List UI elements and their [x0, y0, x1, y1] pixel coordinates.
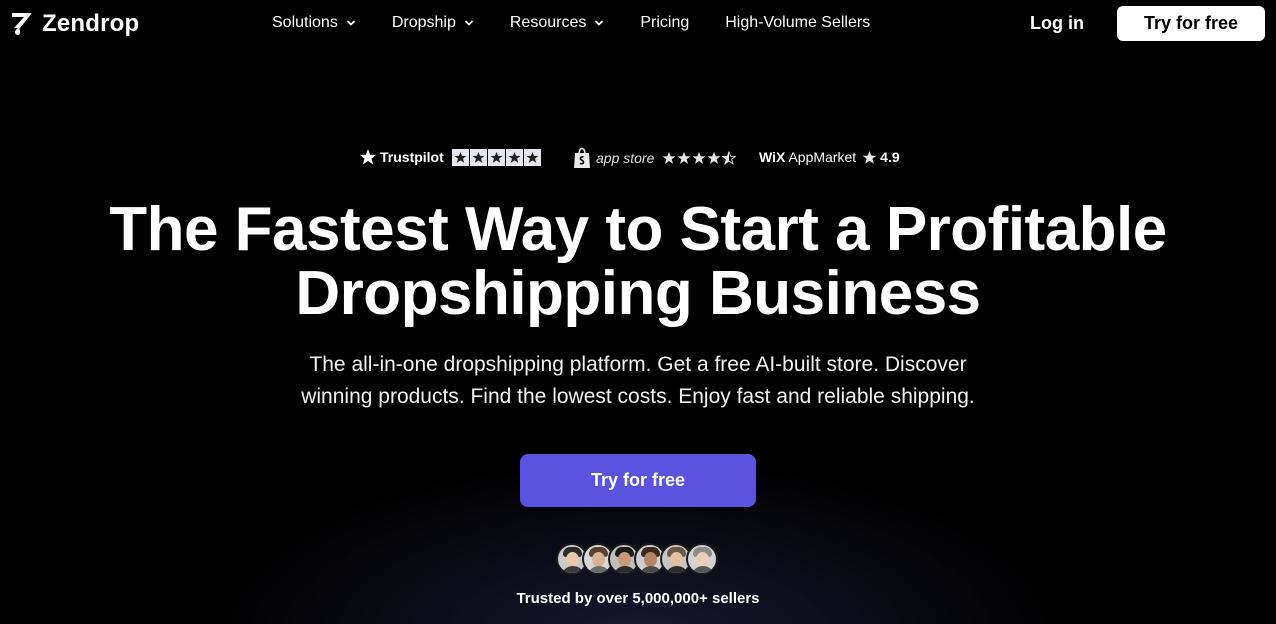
- nav-item-label: Pricing: [640, 14, 690, 31]
- zendrop-logo-icon: [12, 13, 32, 35]
- wix-app-market-label: WiX AppMarket: [759, 149, 856, 165]
- hero-subtitle: The all-in-one dropshipping platform. Ge…: [238, 349, 1038, 413]
- trustpilot-label: Trustpilot: [380, 149, 444, 165]
- nav-item-resources[interactable]: Resources: [510, 14, 604, 32]
- subtitle-line-1: The all-in-one dropshipping platform. Ge…: [309, 353, 967, 376]
- app-store-stars: [662, 151, 737, 165]
- brand-name: Zendrop: [42, 10, 140, 37]
- trustpilot-stars: [451, 148, 542, 166]
- login-link[interactable]: Log in: [1030, 13, 1084, 34]
- nav-item-label: Solutions: [272, 14, 338, 31]
- wix-score: 4.9: [880, 149, 900, 165]
- top-nav: Zendrop Solutions Dropship Resources Pri…: [0, 0, 1276, 48]
- star-icon: [451, 148, 469, 166]
- nav-item-solutions[interactable]: Solutions: [272, 14, 356, 32]
- trustpilot-star-icon: [359, 149, 377, 165]
- chevron-down-icon: [346, 20, 355, 26]
- chevron-down-icon: [464, 20, 473, 26]
- avatar: [686, 543, 718, 575]
- nav-item-high-volume-sellers[interactable]: High-Volume Sellers: [725, 14, 870, 32]
- star-icon: [692, 151, 706, 164]
- star-icon: [487, 148, 505, 166]
- shopify-app-store-rating[interactable]: app store: [572, 147, 737, 169]
- headline-line-2: Dropshipping Business: [295, 259, 981, 328]
- trustpilot-rating[interactable]: Trustpilot: [359, 148, 542, 166]
- shopify-bag-icon: [574, 147, 590, 168]
- wix-brand: WiX: [759, 149, 786, 165]
- headline-line-1: The Fastest Way to Start a Profitable: [109, 195, 1167, 264]
- hero-headline: The Fastest Way to Start a Profitable Dr…: [0, 198, 1276, 326]
- app-store-label: app store: [596, 150, 655, 166]
- subtitle-line-2: winning products. Find the lowest costs.…: [301, 385, 975, 408]
- ratings-bar: Trustpilot app store WiX AppMarket 4.9: [0, 146, 1276, 172]
- nav-links: Solutions Dropship Resources Pricing Hig…: [272, 14, 906, 32]
- star-icon: [707, 151, 721, 164]
- nav-item-pricing[interactable]: Pricing: [640, 14, 689, 32]
- wix-market: AppMarket: [788, 149, 857, 165]
- nav-item-dropship[interactable]: Dropship: [392, 14, 474, 32]
- star-icon: [862, 150, 877, 164]
- star-icon: [523, 148, 541, 166]
- seller-avatars: [556, 543, 718, 575]
- half-star-icon: [722, 151, 737, 165]
- nav-item-label: Dropship: [391, 14, 456, 31]
- chevron-down-icon: [595, 20, 604, 26]
- star-icon: [677, 151, 691, 164]
- star-icon: [469, 148, 487, 166]
- nav-item-label: Resources: [509, 14, 587, 31]
- zendrop-logo[interactable]: Zendrop: [10, 10, 139, 38]
- star-icon: [662, 151, 676, 164]
- try-for-free-hero-button[interactable]: Try for free: [520, 454, 756, 507]
- star-icon: [505, 148, 523, 166]
- wix-app-market-rating[interactable]: WiX AppMarket 4.9: [759, 149, 900, 165]
- try-for-free-nav-button[interactable]: Try for free: [1117, 6, 1265, 41]
- nav-item-label: High-Volume Sellers: [725, 14, 871, 31]
- trusted-by-text: Trusted by over 5,000,000+ sellers: [516, 590, 760, 607]
- page: Zendrop Solutions Dropship Resources Pri…: [0, 0, 1276, 624]
